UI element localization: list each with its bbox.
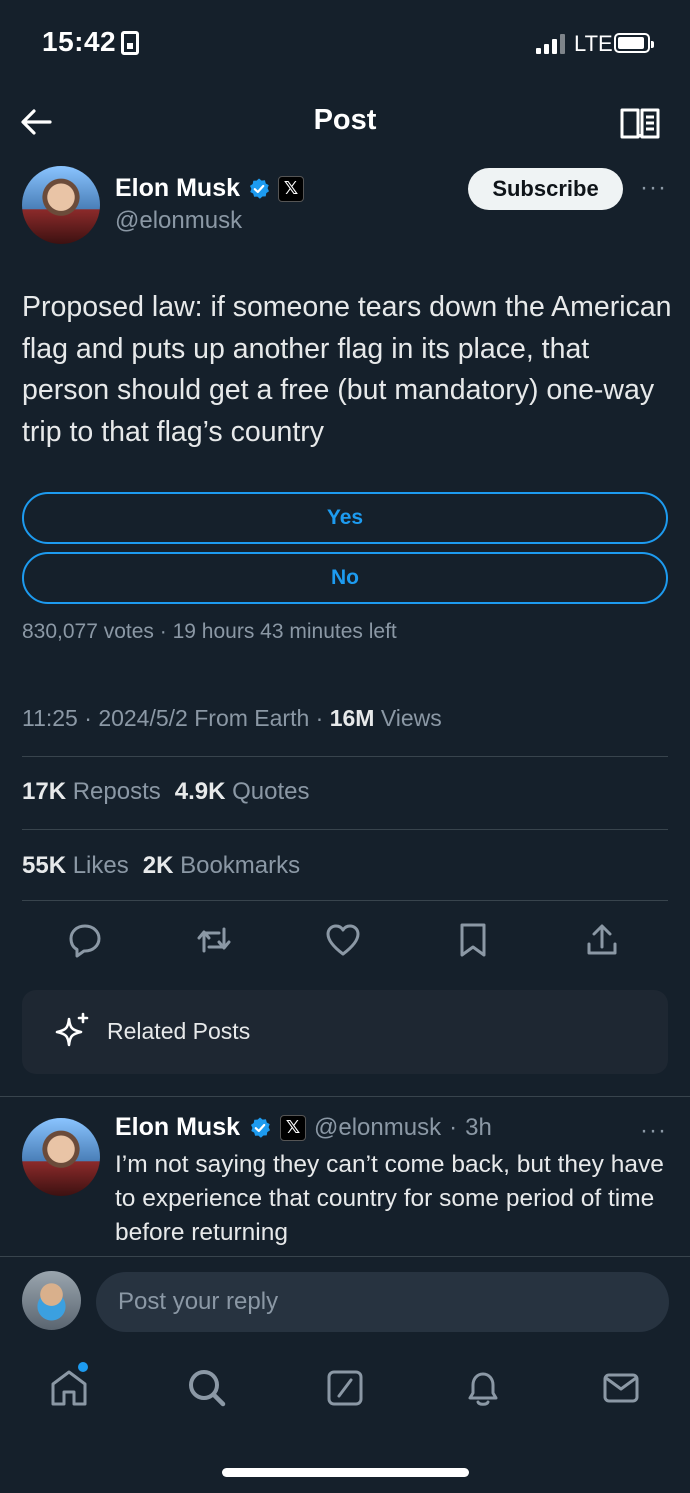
sim-card-icon [121,31,139,55]
grok-icon[interactable] [323,1366,367,1410]
page-title: Post [313,104,377,136]
home-notification-dot [78,1362,88,1372]
reader-mode-icon[interactable] [618,104,662,142]
x-affiliation-icon: 𝕏 [278,175,305,202]
reposts-label: Reposts [72,778,161,805]
sparkle-icon [55,1012,89,1047]
signal-icon [536,34,566,54]
divider [22,829,668,830]
repost-icon[interactable] [194,920,234,960]
divider [22,756,668,757]
messages-icon[interactable] [599,1366,643,1410]
likes-label: Likes [72,852,129,879]
status-time: 15:42 [42,26,117,57]
post-meta: 11:25 · 2024/5/2 From Earth · 16M Views [22,705,442,731]
author-name[interactable]: Elon Musk [115,174,240,203]
reply-age: 3h [465,1113,492,1141]
bookmarks-count: 2K [142,852,174,879]
author-avatar[interactable] [22,166,100,244]
author-name-row: Elon Musk 𝕏 [115,174,305,203]
notifications-icon[interactable] [461,1366,505,1410]
divider [0,1096,690,1097]
likes-count: 55K [22,852,67,879]
post-source: From Earth [194,705,310,731]
reply-header: Elon Musk 𝕏 @elonmusk · 3h [115,1113,492,1142]
verified-badge-icon [250,178,270,199]
like-icon[interactable] [323,920,363,960]
poll-meta: 830,077 votes · 19 hours 43 minutes left [22,620,397,643]
reposts-count: 17K [22,778,67,805]
poll-votes: 830,077 votes [22,620,154,643]
poll-time-left: 19 hours 43 minutes left [172,620,397,643]
network-type: LTE [574,31,613,56]
reply-icon[interactable] [65,920,105,960]
views-label: Views [380,705,442,731]
views-count: 16M [329,705,375,731]
search-icon[interactable] [185,1366,229,1410]
my-avatar[interactable] [22,1271,81,1330]
home-icon[interactable] [47,1366,91,1410]
x-affiliation-icon: 𝕏 [280,1114,307,1141]
divider [0,1256,690,1257]
poll-option-no[interactable]: No [22,552,668,604]
post-date: 2024/5/2 [98,705,188,731]
divider [22,900,668,901]
reply-more-options-icon[interactable]: ··· [640,1117,667,1145]
bookmarks-label: Bookmarks [180,852,301,879]
quotes-count: 4.9K [174,778,226,805]
post-time: 11:25 [22,705,78,731]
reply-text: I’m not saying they can’t come back, but… [115,1151,664,1246]
battery-icon [614,33,654,53]
reply-author-name[interactable]: Elon Musk [115,1113,240,1142]
quotes-label: Quotes [232,778,310,805]
subscribe-button[interactable]: Subscribe [468,168,623,210]
repost-stats[interactable]: 17K Reposts 4.9K Quotes [22,778,310,806]
author-handle[interactable]: @elonmusk [115,207,242,235]
reply-input[interactable]: Post your reply [96,1272,669,1332]
share-icon[interactable] [582,920,622,960]
like-stats[interactable]: 55K Likes 2K Bookmarks [22,852,300,880]
poll-option-yes[interactable]: Yes [22,492,668,544]
post-text: Proposed law: if someone tears down the … [22,291,672,448]
reply-author-avatar[interactable] [22,1118,100,1196]
verified-badge-icon [251,1117,271,1138]
home-indicator [222,1468,469,1477]
more-options-icon[interactable]: ··· [640,174,667,202]
bookmark-icon[interactable] [453,920,493,960]
reply-author-handle[interactable]: @elonmusk [314,1114,441,1142]
related-posts-label[interactable]: Related Posts [107,1018,250,1045]
